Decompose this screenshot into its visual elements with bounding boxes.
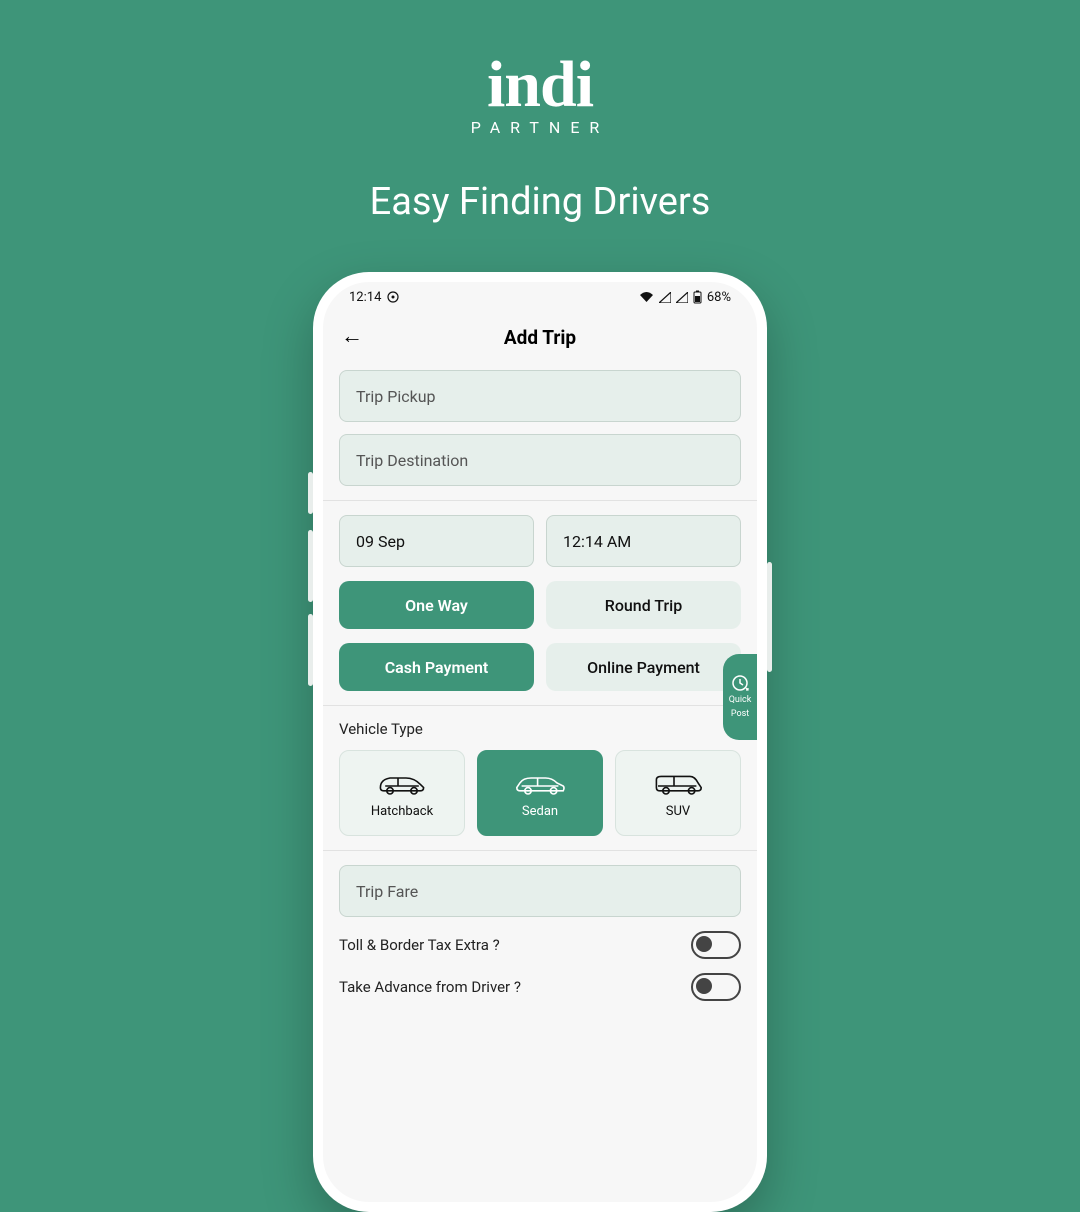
vehicle-type-title: Vehicle Type <box>339 720 741 738</box>
phone-side-button <box>308 614 313 686</box>
vehicle-suv-label: SUV <box>666 804 690 819</box>
phone-frame: 12:14 68% ← Add Trip Trip Pickup Trip De… <box>313 272 767 1212</box>
trip-type-one-way[interactable]: One Way <box>339 581 534 629</box>
vehicle-hatchback-label: Hatchback <box>371 804 433 819</box>
brand-logo: indi <box>0 55 1080 114</box>
phone-side-button <box>308 472 313 514</box>
date-input[interactable]: 09 Sep <box>339 515 534 567</box>
vehicle-sedan[interactable]: Sedan <box>477 750 603 836</box>
toggle-knob <box>696 936 712 952</box>
status-app-icon <box>387 291 399 303</box>
clock-icon <box>731 674 749 692</box>
pickup-input[interactable]: Trip Pickup <box>339 370 741 422</box>
status-bar: 12:14 68% <box>323 282 757 312</box>
time-value: 12:14 AM <box>563 532 631 551</box>
status-battery: 68% <box>707 290 731 305</box>
signal-icon <box>659 292 671 303</box>
status-time: 12:14 <box>349 290 381 305</box>
trip-type-round-trip[interactable]: Round Trip <box>546 581 741 629</box>
quick-label-2: Post <box>731 710 749 720</box>
fare-input[interactable]: Trip Fare <box>339 865 741 917</box>
payment-cash[interactable]: Cash Payment <box>339 643 534 691</box>
quick-post-tab[interactable]: Quick Post <box>723 654 757 740</box>
vehicle-sedan-label: Sedan <box>522 804 558 819</box>
fare-label: Trip Fare <box>356 882 418 901</box>
vehicle-hatchback[interactable]: Hatchback <box>339 750 465 836</box>
battery-icon <box>693 290 702 304</box>
advance-label: Take Advance from Driver ? <box>339 978 521 996</box>
vehicle-suv[interactable]: SUV <box>615 750 741 836</box>
back-button[interactable]: ← <box>341 326 363 348</box>
payment-online[interactable]: Online Payment <box>546 643 741 691</box>
toll-toggle[interactable] <box>691 931 741 959</box>
phone-side-button <box>767 562 772 672</box>
signal-icon <box>676 292 688 303</box>
destination-input[interactable]: Trip Destination <box>339 434 741 486</box>
brand-sub: PARTNER <box>0 118 1080 137</box>
advance-toggle[interactable] <box>691 973 741 1001</box>
toggle-knob <box>696 978 712 994</box>
brand-block: indi PARTNER <box>0 55 1080 137</box>
phone-screen: 12:14 68% ← Add Trip Trip Pickup Trip De… <box>323 282 757 1202</box>
app-bar: ← Add Trip <box>323 312 757 362</box>
wifi-icon <box>639 291 654 303</box>
date-value: 09 Sep <box>356 532 405 551</box>
destination-label: Trip Destination <box>356 451 468 470</box>
page-title: Add Trip <box>323 326 757 349</box>
time-input[interactable]: 12:14 AM <box>546 515 741 567</box>
pickup-label: Trip Pickup <box>356 387 436 406</box>
page-headline: Easy Finding Drivers <box>0 180 1080 224</box>
toll-label: Toll & Border Tax Extra ? <box>339 936 500 954</box>
phone-side-button <box>308 530 313 602</box>
quick-label-1: Quick <box>729 696 752 706</box>
